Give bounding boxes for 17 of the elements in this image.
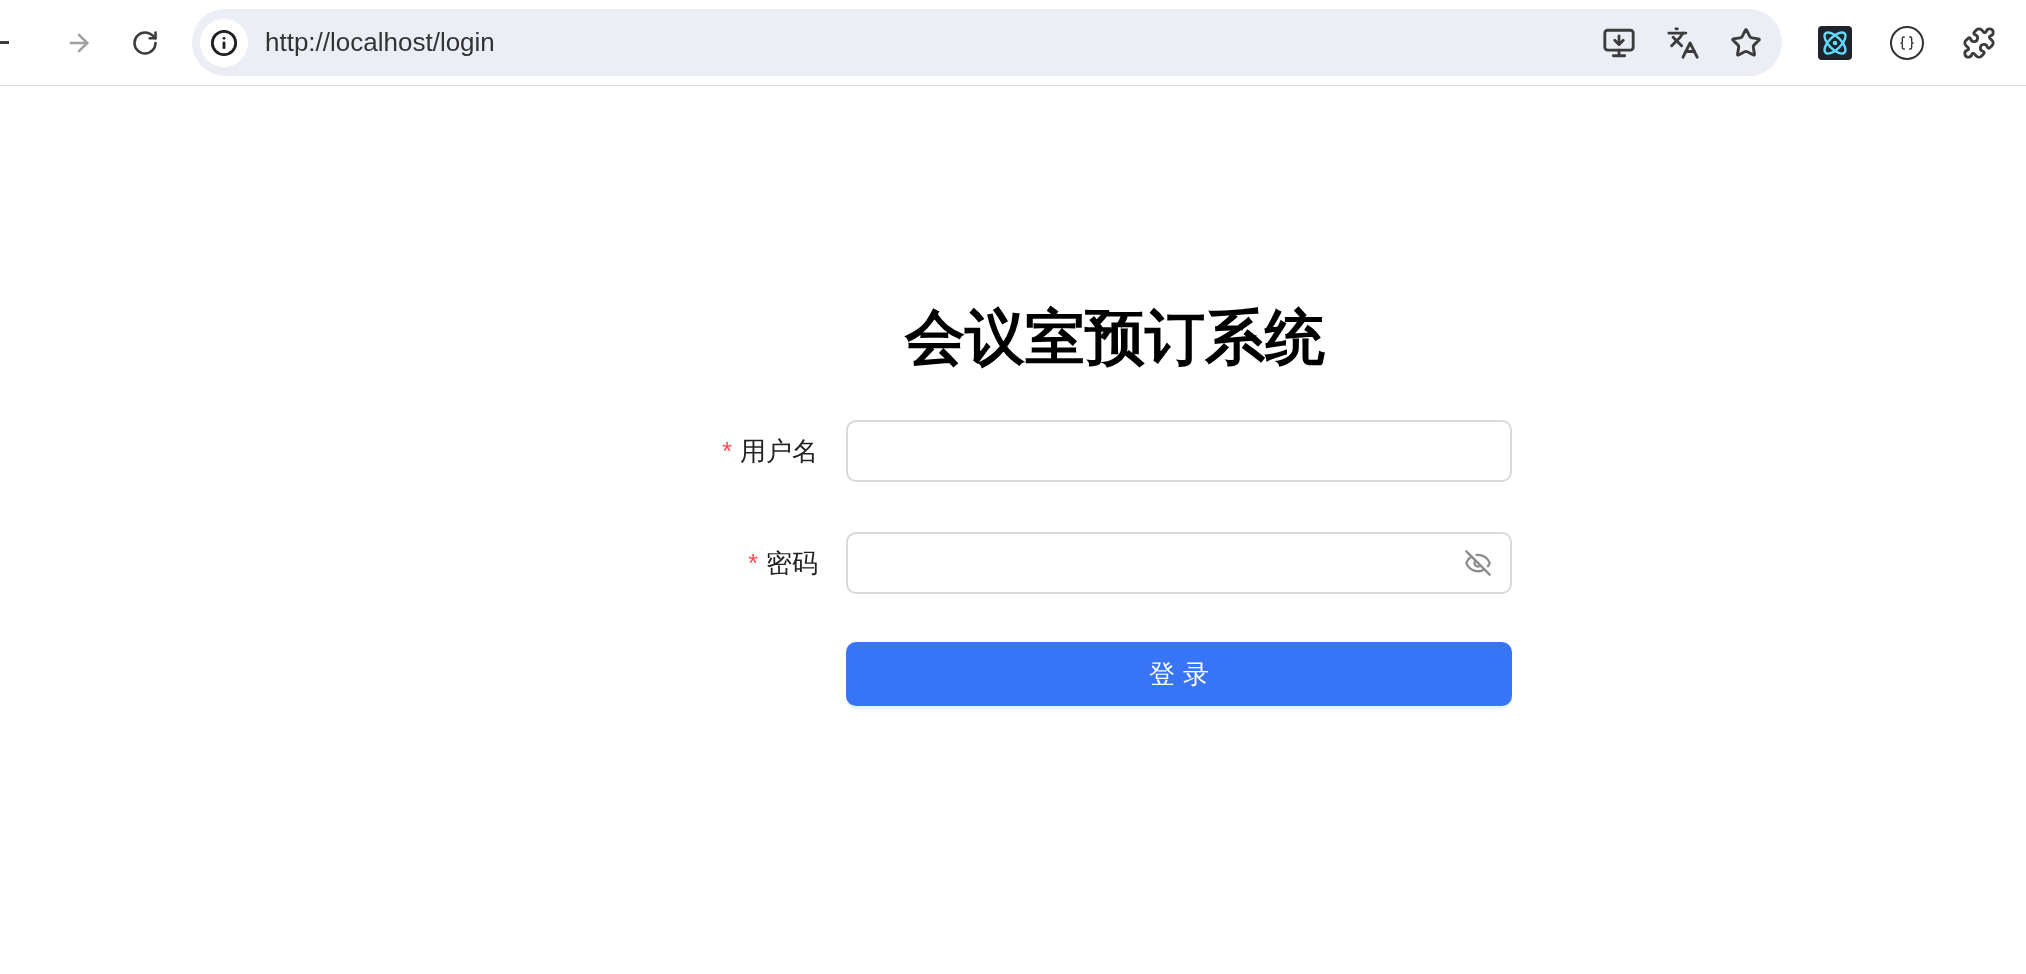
field-label: 密码 <box>766 546 818 580</box>
braces-icon[interactable] <box>1890 25 1924 60</box>
login-button[interactable]: 登 录 <box>846 642 1512 706</box>
field-label: 用户名 <box>740 434 818 468</box>
address-bar[interactable]: http://localhost/login <box>192 9 1782 76</box>
input-field[interactable] <box>846 420 1512 482</box>
translate-icon[interactable] <box>1666 25 1700 60</box>
site-info-icon[interactable] <box>200 18 248 67</box>
hide-password-icon[interactable] <box>1464 549 1492 577</box>
atom-icon[interactable] <box>1818 25 1852 60</box>
password-field[interactable] <box>846 532 1512 594</box>
reload-icon <box>130 28 159 57</box>
puzzle-icon[interactable] <box>1962 25 1996 60</box>
url-text: http://localhost/login <box>265 26 495 59</box>
star-icon[interactable] <box>1730 26 1762 59</box>
required-mark: * <box>747 550 758 576</box>
required-mark: * <box>721 438 732 464</box>
